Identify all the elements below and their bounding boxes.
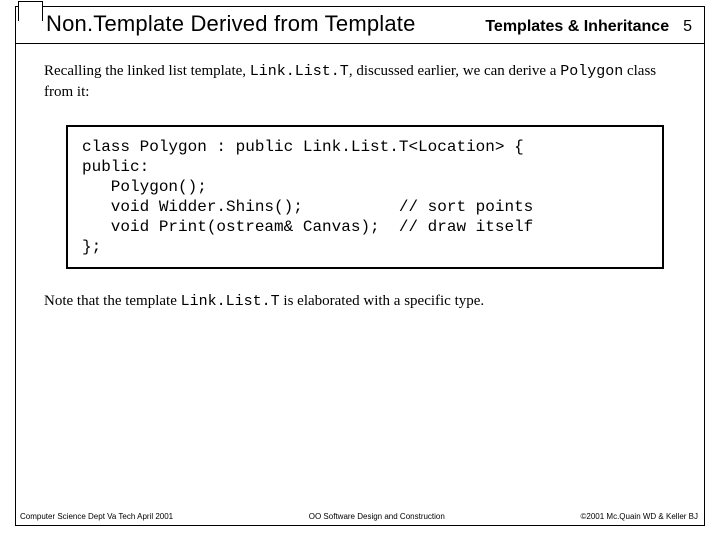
intro-code-1: Link.List.T [250,63,349,80]
slide-body: Recalling the linked list template, Link… [44,61,676,485]
code-listing: class Polygon : public Link.List.T<Locat… [66,125,664,269]
slide-header: Non.Template Derived from Template Templ… [16,7,704,47]
footer-right: ©2001 Mc.Quain WD & Keller BJ [581,512,699,521]
slide-footer: Computer Science Dept Va Tech April 2001… [20,512,698,521]
slide-frame: Non.Template Derived from Template Templ… [15,6,705,526]
intro-paragraph: Recalling the linked list template, Link… [44,61,676,103]
note-text-1: Note that the template [44,293,181,309]
note-code-1: Link.List.T [181,293,280,310]
intro-text-1: Recalling the linked list template, [44,63,250,79]
section-label: Templates & Inheritance [485,18,669,35]
footer-left: Computer Science Dept Va Tech April 2001 [20,512,173,521]
page-number: 5 [683,18,692,35]
header-right: Templates & Inheritance 5 [485,18,692,36]
header-divider [16,43,704,44]
note-paragraph: Note that the template Link.List.T is el… [44,291,676,312]
footer-center: OO Software Design and Construction [173,512,580,521]
intro-text-2: , discussed earlier, we can derive a [349,63,560,79]
intro-code-2: Polygon [560,63,623,80]
note-text-2: is elaborated with a specific type. [280,293,485,309]
slide-title: Non.Template Derived from Template [46,11,416,37]
